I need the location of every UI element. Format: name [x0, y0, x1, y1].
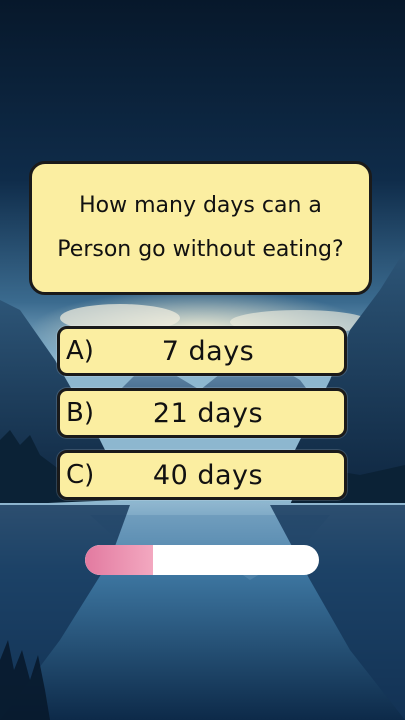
- question-card: How many days can a Person go without ea…: [29, 161, 372, 295]
- timer-progress-fill: [85, 545, 153, 575]
- option-c-button[interactable]: C) 40 days: [57, 450, 347, 500]
- option-c-text: 40 days: [152, 459, 264, 491]
- question-text: How many days can a Person go without ea…: [57, 193, 344, 262]
- option-c-letter: C): [66, 460, 95, 490]
- option-b-button[interactable]: B) 21 days: [57, 388, 347, 438]
- option-b-text: 21 days: [152, 397, 264, 429]
- option-b-letter: B): [66, 398, 94, 428]
- option-a-letter: A): [66, 336, 94, 366]
- timer-progress-bar: [85, 545, 319, 575]
- option-a-button[interactable]: A) 7 days: [57, 326, 347, 376]
- option-a-text: 7 days: [161, 335, 255, 367]
